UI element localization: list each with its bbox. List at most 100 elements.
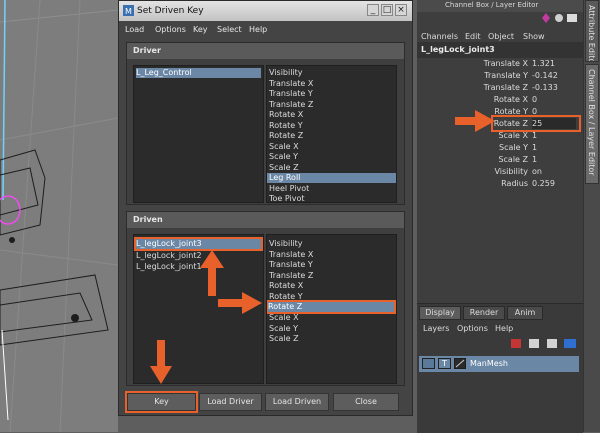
attr-label: Radius [501,179,528,188]
driven-object-item[interactable]: L_legLock_joint1 [136,262,202,272]
arrow-down-to-key-icon [150,340,172,384]
driven-attr-item[interactable]: Rotate X [269,281,303,291]
tab-attribute-editor[interactable]: Attribute Editor [585,0,599,62]
close-button[interactable]: Close [333,393,399,411]
attr-value[interactable]: 0 [532,106,537,117]
driver-attr-item[interactable]: Rotate X [269,110,303,120]
layer-menu-layers[interactable]: Layers [423,324,449,333]
key-button[interactable]: Key [125,391,198,413]
graph-icon [567,14,577,22]
attribute-icon [542,13,550,23]
layer-down-icon [529,339,539,348]
driver-attr-item[interactable]: Rotate Y [269,121,303,131]
channel-box-panel: Channel Box / Layer Editor Channels Edit… [417,0,583,433]
layer-visibility-toggle[interactable] [422,358,435,369]
driven-attr-item[interactable]: Scale Y [269,324,298,334]
driver-attr-item-selected[interactable]: Leg Roll [267,173,396,183]
window-title: Set Driven Key [137,6,204,16]
driven-attr-item[interactable]: Translate Y [269,260,313,270]
menu-bar: Load Options Key Select Help [119,21,412,39]
driver-attr-item[interactable]: Scale Y [269,152,298,162]
attr-value[interactable]: 1.321 [532,58,555,69]
driver-attr-item[interactable]: Toe Pivot [269,194,305,202]
rotate-z-value-field[interactable]: 25 [532,118,576,129]
viewport-3d[interactable] [0,0,118,432]
layer-color-icon[interactable] [454,358,466,369]
attr-label: Translate X [483,59,528,68]
driven-attr-item[interactable]: Rotate Y [269,292,303,302]
close-window-button[interactable]: × [395,4,407,16]
attr-label: Scale Y [499,143,528,152]
attr-value[interactable]: -0.142 [532,70,558,81]
cb-menu-edit[interactable]: Edit [465,32,481,41]
driven-header: Driven [127,212,404,228]
driver-attr-item[interactable]: Scale Z [269,163,299,173]
cb-menu-show[interactable]: Show [523,32,545,41]
driven-attribute-list[interactable]: Visibility Translate X Translate Y Trans… [266,234,397,384]
cb-menu-object[interactable]: Object [488,32,514,41]
attr-label: Scale Z [498,155,528,164]
driver-object-list[interactable]: L_Leg_Control [133,65,264,203]
layer-up-icon [511,339,521,348]
driven-attr-item[interactable]: Scale Z [269,334,299,344]
attr-value[interactable]: 0 [532,94,537,105]
layer-name: ManMesh [470,359,508,368]
driver-attr-item[interactable]: Scale X [269,142,299,152]
arrow-right-to-channel-rotate-z-icon [455,110,495,132]
object-name: L_legLock_joint3 [421,45,495,54]
tab-render[interactable]: Render [463,306,505,320]
attr-value[interactable]: -0.133 [532,82,558,93]
menu-help[interactable]: Help [249,25,267,34]
attr-value[interactable]: 1 [532,130,537,141]
lock-icon [555,14,563,22]
driven-attr-item[interactable]: Translate X [269,250,313,260]
attr-value[interactable]: 1 [532,154,537,165]
driver-object-item[interactable]: L_Leg_Control [136,68,261,78]
driven-attr-item[interactable]: Visibility [269,239,303,249]
driver-attr-item[interactable]: Visibility [269,68,303,78]
menu-select[interactable]: Select [217,25,242,34]
driven-object-item[interactable]: L_legLock_joint2 [136,251,202,261]
layer-menu-help[interactable]: Help [495,324,513,333]
title-bar[interactable]: M Set Driven Key _ □ × [119,1,412,21]
new-layer-icon [547,339,557,348]
object-name-row[interactable]: L_legLock_joint3 [417,42,583,58]
channel-box-toolbar-icons[interactable] [541,12,581,24]
layer-menu-options[interactable]: Options [457,324,488,333]
driver-attribute-list[interactable]: Visibility Translate X Translate Y Trans… [266,65,397,203]
attr-value[interactable]: 0.259 [532,178,555,189]
attr-value[interactable]: on [532,166,542,177]
layer-toolbar-icons[interactable] [509,337,581,351]
driver-section: Driver L_Leg_Control Visibility Translat… [126,42,405,205]
driven-attr-item-selected[interactable]: Rotate Z [267,300,396,314]
driver-header: Driver [127,43,404,59]
tab-channel-box-layer-editor[interactable]: Channel Box / Layer Editor [585,64,599,184]
maya-window-icon: M [123,5,134,16]
menu-load[interactable]: Load [125,25,144,34]
menu-options[interactable]: Options [155,25,186,34]
layer-row-manmesh[interactable]: T ManMesh [419,356,579,372]
driver-attr-item[interactable]: Translate Z [269,100,313,110]
driver-attr-item[interactable]: Translate X [269,79,313,89]
driver-attr-item[interactable]: Rotate Z [269,131,303,141]
attr-value[interactable]: 1 [532,142,537,153]
driver-attr-item[interactable]: Translate Y [269,89,313,99]
attr-label: Translate Z [483,83,528,92]
driver-attr-item[interactable]: Heel Pivot [269,184,309,194]
driven-attr-item[interactable]: Scale X [269,313,299,323]
load-driver-button[interactable]: Load Driver [199,393,262,411]
arrow-right-to-rotate-z-icon [218,292,262,314]
attr-label: Rotate X [493,95,528,104]
menu-key[interactable]: Key [193,25,208,34]
viewport-wireframe [0,0,118,432]
load-driven-button[interactable]: Load Driven [265,393,329,411]
tab-display[interactable]: Display [419,306,461,320]
driven-attr-item[interactable]: Translate Z [269,271,313,281]
right-side-tabs: Attribute Editor Channel Box / Layer Edi… [583,0,600,432]
layer-type-toggle[interactable]: T [438,358,451,369]
driven-object-item-selected[interactable]: L_legLock_joint3 [134,237,263,251]
minimize-button[interactable]: _ [367,4,379,16]
cb-menu-channels[interactable]: Channels [421,32,458,41]
tab-anim[interactable]: Anim [507,306,543,320]
maximize-button[interactable]: □ [381,4,393,16]
